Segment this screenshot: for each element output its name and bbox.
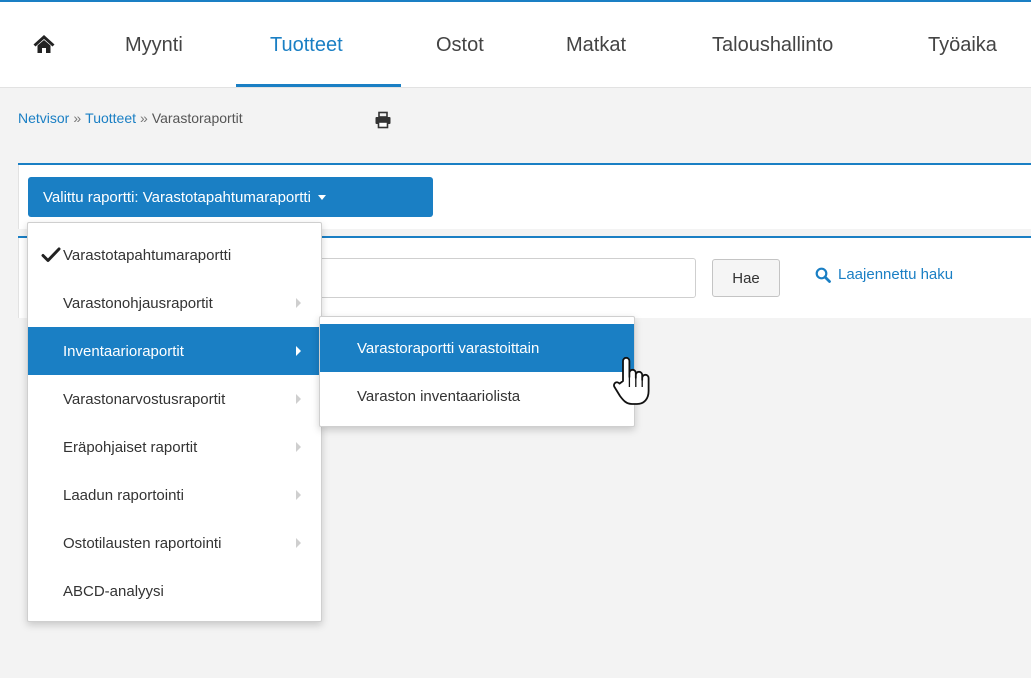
active-tab-indicator xyxy=(236,84,401,87)
nav-item-tyoaika[interactable]: Työaika xyxy=(928,34,997,57)
search-button[interactable]: Hae xyxy=(712,259,780,297)
breadcrumb-link-tuotteet[interactable]: Tuotteet xyxy=(85,110,136,126)
chevron-right-icon xyxy=(296,490,301,500)
menu-item-ostotilausten-raportointi[interactable]: Ostotilausten raportointi xyxy=(28,519,321,567)
breadcrumb-current: Varastoraportit xyxy=(151,110,243,126)
chevron-right-icon xyxy=(296,394,301,404)
nav-item-matkat[interactable]: Matkat xyxy=(566,34,626,57)
breadcrumb: Netvisor» Tuotteet» Varastoraportit xyxy=(18,110,243,126)
menu-item-inventaarioraportit[interactable]: Inventaarioraportit xyxy=(28,327,321,375)
menu-item-label: Varastonarvostusraportit xyxy=(63,390,226,408)
report-selector-button[interactable]: Valittu raportti: Varastotapahtumaraport… xyxy=(28,177,433,217)
menu-item-laadun-raportointi[interactable]: Laadun raportointi xyxy=(28,471,321,519)
print-icon[interactable] xyxy=(374,111,392,129)
nav-item-myynti[interactable]: Myynti xyxy=(125,34,183,57)
menu-item-abcd-analyysi[interactable]: ABCD-analyysi xyxy=(28,567,321,615)
advanced-search-label: Laajennettu haku xyxy=(838,266,954,283)
nav-item-ostot[interactable]: Ostot xyxy=(436,34,484,57)
menu-item-varastonohjausraportit[interactable]: Varastonohjausraportit xyxy=(28,279,321,327)
menu-item-label: Laadun raportointi xyxy=(63,486,184,504)
home-icon[interactable] xyxy=(32,32,56,56)
nav-item-taloushallinto[interactable]: Taloushallinto xyxy=(712,34,833,57)
search-input[interactable] xyxy=(300,258,696,298)
menu-item-label: Varastotapahtumaraportti xyxy=(63,246,232,264)
hand-pointer-cursor-icon xyxy=(613,356,650,405)
menu-item-label: ABCD-analyysi xyxy=(63,582,164,600)
menu-item-label: Eräpohjaiset raportit xyxy=(63,438,198,456)
submenu-item-label: Varaston inventaariolista xyxy=(357,387,521,405)
submenu-item-label: Varastoraportti varastoittain xyxy=(357,339,540,357)
chevron-right-icon xyxy=(296,298,301,308)
menu-item-varastotapahtumaraportti[interactable]: Varastotapahtumaraportti xyxy=(28,231,321,279)
report-selector-label: Valittu raportti: Varastotapahtumaraport… xyxy=(43,188,311,206)
menu-item-varastonarvostusraportit[interactable]: Varastonarvostusraportit xyxy=(28,375,321,423)
report-dropdown-menu: Varastotapahtumaraportti Varastonohjausr… xyxy=(27,222,322,622)
menu-item-label: Inventaarioraportit xyxy=(63,342,184,360)
menu-item-erapohjaiset-raportit[interactable]: Eräpohjaiset raportit xyxy=(28,423,321,471)
search-icon xyxy=(815,267,831,283)
advanced-search-link[interactable]: Laajennettu haku xyxy=(815,266,953,283)
submenu-item-varastoraportti-varastoittain[interactable]: Varastoraportti varastoittain xyxy=(320,324,634,372)
caret-down-icon xyxy=(317,194,326,200)
inventory-reports-submenu: Varastoraportti varastoittain Varaston i… xyxy=(319,316,635,427)
nav-item-tuotteet[interactable]: Tuotteet xyxy=(270,34,343,57)
menu-item-label: Varastonohjausraportit xyxy=(63,294,213,312)
breadcrumb-link-netvisor[interactable]: Netvisor xyxy=(18,110,69,126)
chevron-right-icon xyxy=(296,538,301,548)
checkmark-icon xyxy=(41,247,61,262)
menu-item-label: Ostotilausten raportointi xyxy=(63,534,222,552)
submenu-item-varaston-inventaariolista[interactable]: Varaston inventaariolista xyxy=(320,372,634,420)
chevron-right-icon xyxy=(296,442,301,452)
breadcrumb-separator: » xyxy=(73,110,82,126)
chevron-right-icon xyxy=(296,346,301,356)
breadcrumb-separator: » xyxy=(140,110,148,126)
top-navigation: Myynti Tuotteet Ostot Matkat Taloushalli… xyxy=(0,0,1031,88)
